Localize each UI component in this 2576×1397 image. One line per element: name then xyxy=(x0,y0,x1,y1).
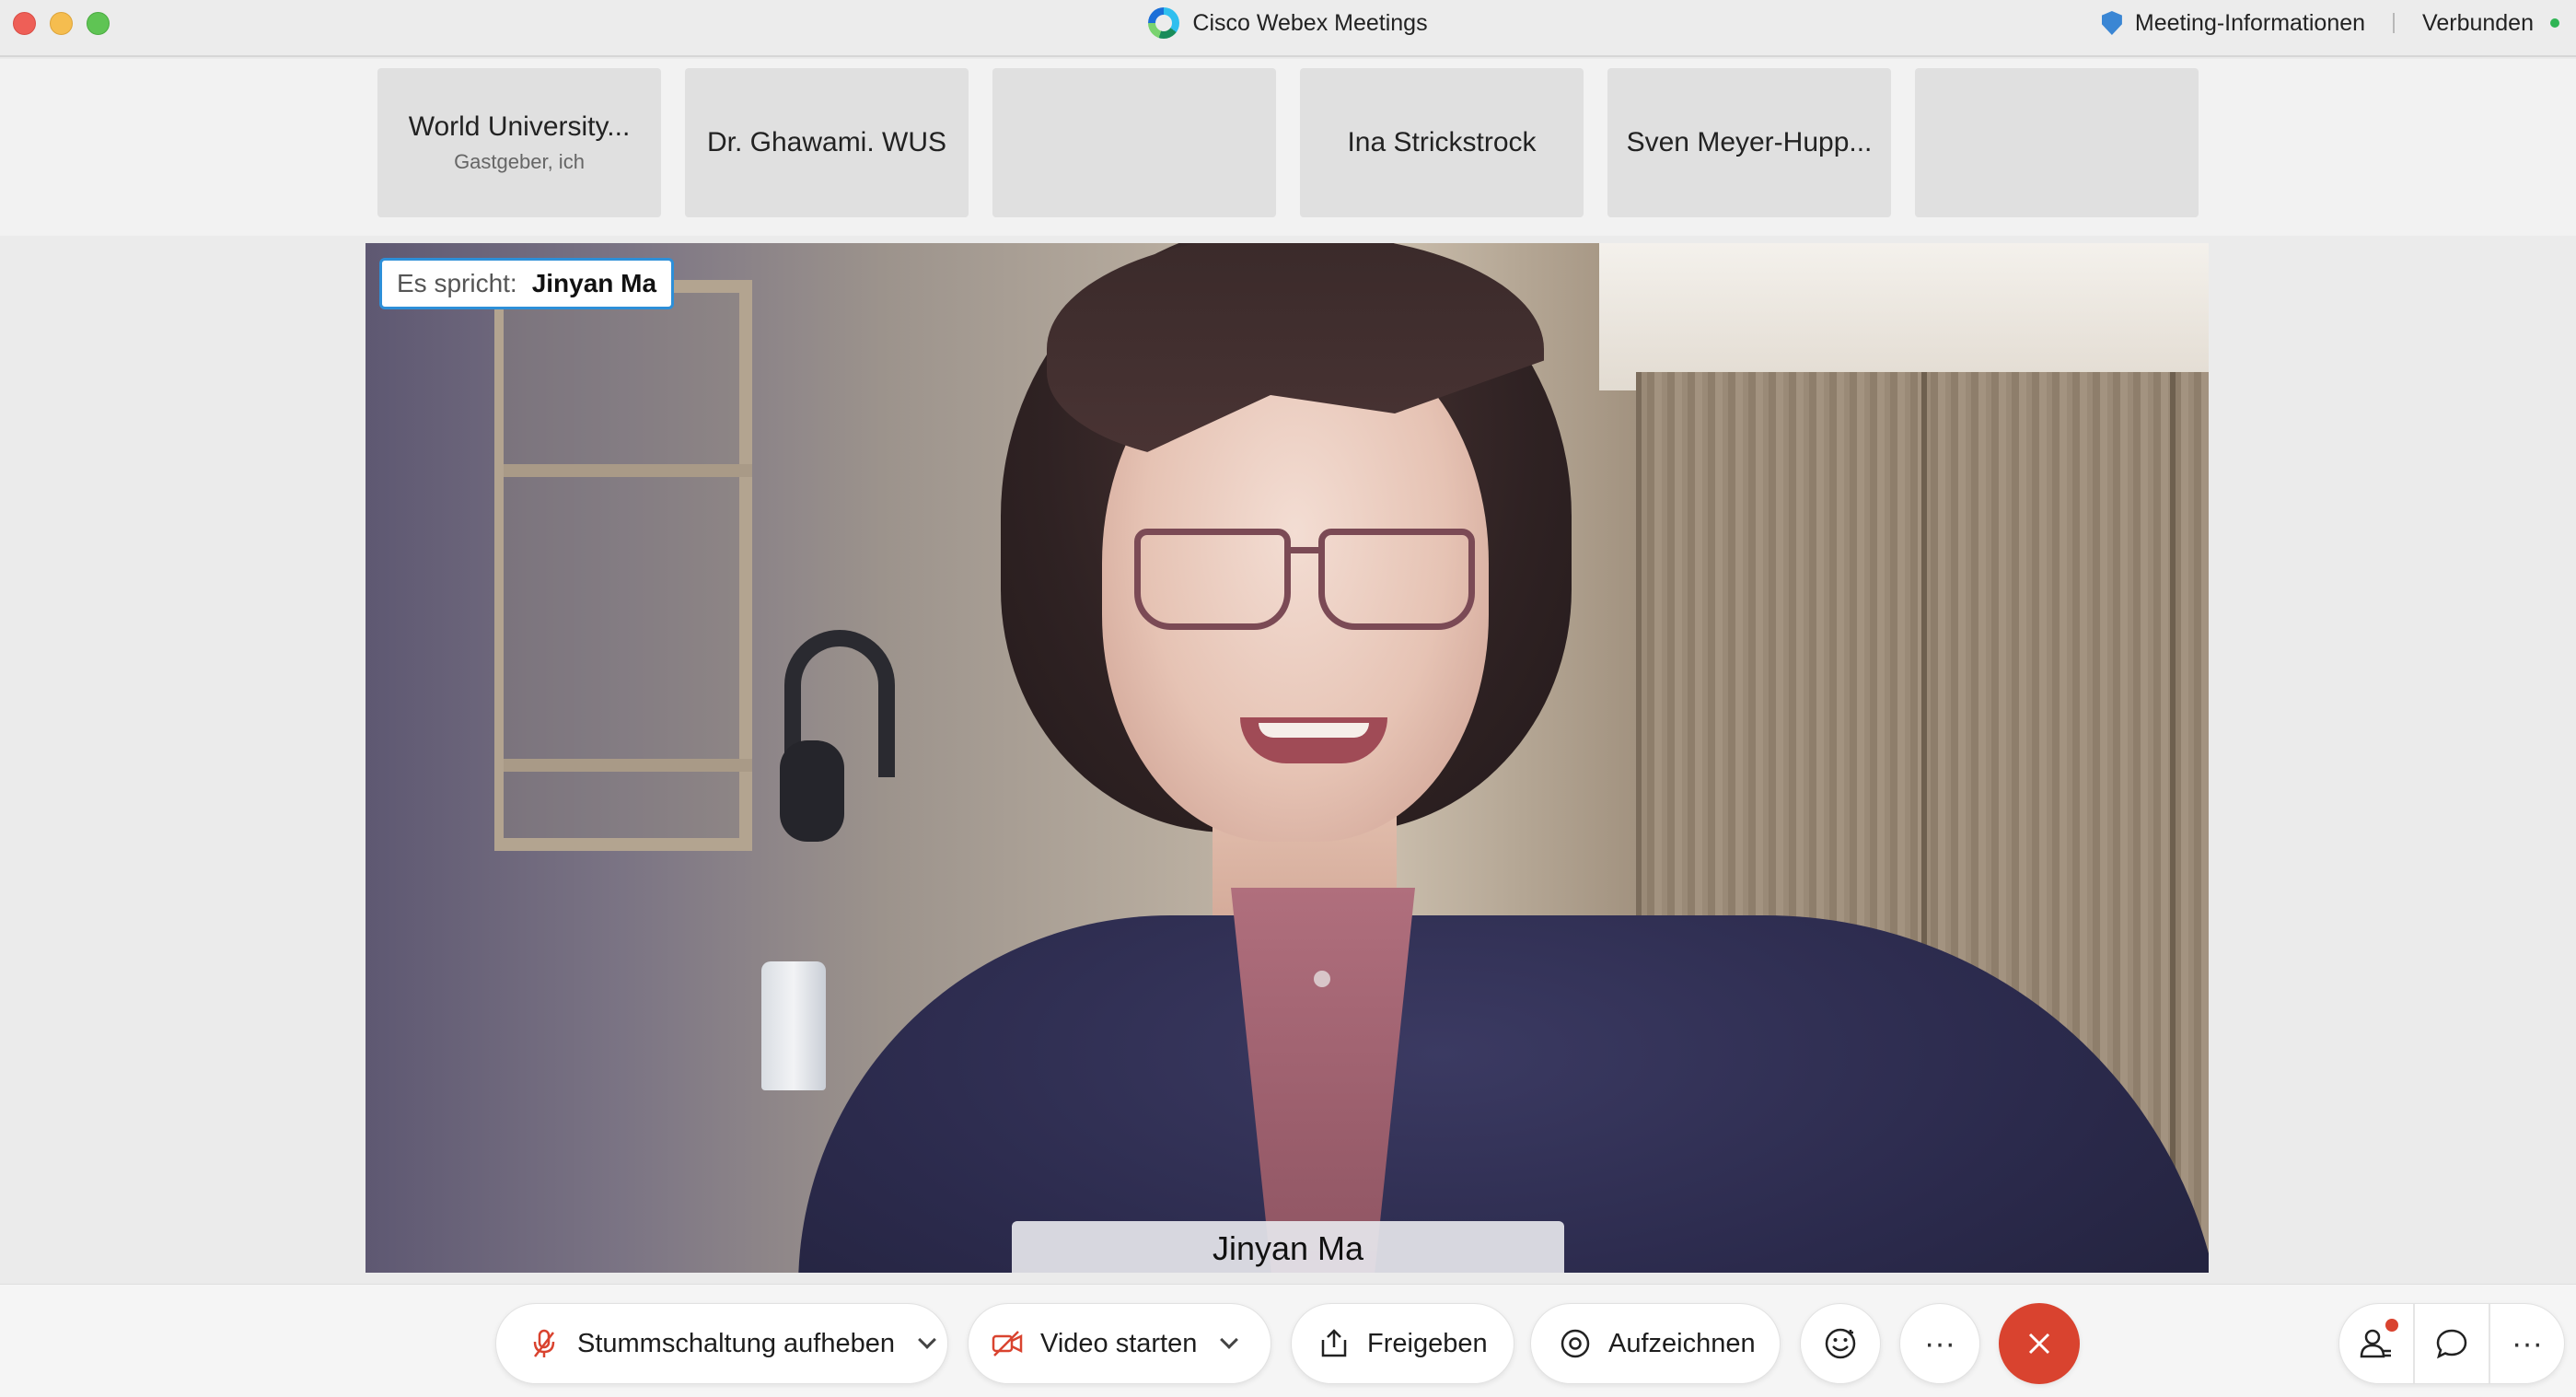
chat-panel-button[interactable] xyxy=(2413,1304,2489,1383)
chevron-down-icon[interactable] xyxy=(1220,1331,1239,1349)
speaking-name: Jinyan Ma xyxy=(531,269,657,297)
unmute-label: Stummschaltung aufheben xyxy=(577,1328,895,1358)
participant-name: Ina Strickstrock xyxy=(1347,127,1537,157)
connection-status: Verbunden xyxy=(2422,9,2534,36)
notification-dot xyxy=(2385,1319,2398,1332)
speaking-label: Es spricht: xyxy=(397,269,517,297)
record-icon xyxy=(1559,1327,1592,1360)
share-icon xyxy=(1317,1327,1351,1360)
video-shelf-board xyxy=(504,464,752,477)
participant-name: World University... xyxy=(408,111,631,142)
participant-name: Sven Meyer-Hupp... xyxy=(1626,127,1873,157)
title-right-area: Meeting-Informationen Verbunden xyxy=(2101,0,2559,46)
more-dots-icon: ··· xyxy=(1924,1325,1955,1361)
video-person-mouth xyxy=(1240,717,1387,763)
meeting-controls-toolbar: Stummschaltung aufheben Video starten Fr… xyxy=(0,1284,2576,1397)
participant-name: Dr. Ghawami. WUS xyxy=(706,127,947,157)
unmute-button[interactable]: Stummschaltung aufheben xyxy=(495,1303,948,1384)
more-panels-button[interactable]: ··· xyxy=(2489,1304,2564,1383)
participant-tile[interactable]: Ina Strickstrock xyxy=(1300,68,1584,217)
video-glasses-right xyxy=(1318,529,1475,630)
meeting-info-link[interactable]: Meeting-Informationen xyxy=(2135,10,2365,37)
video-shirt-button xyxy=(1314,971,1330,987)
close-icon xyxy=(2028,1333,2050,1355)
shield-icon[interactable] xyxy=(2101,11,2122,35)
participants-panel-button[interactable] xyxy=(2339,1304,2413,1383)
window-title: Cisco Webex Meetings xyxy=(1192,9,1428,36)
share-button[interactable]: Freigeben xyxy=(1291,1303,1514,1384)
chevron-down-icon[interactable] xyxy=(918,1331,936,1349)
active-speaker-video[interactable]: Es spricht: Jinyan Ma Jinyan Ma xyxy=(366,243,2209,1273)
microphone-muted-icon xyxy=(528,1327,561,1360)
more-dots-icon: ··· xyxy=(2512,1325,2543,1361)
record-button[interactable]: Aufzeichnen xyxy=(1530,1303,1781,1384)
webex-window: Cisco Webex Meetings Meeting-Information… xyxy=(0,0,2576,1397)
video-glasses-bridge xyxy=(1286,547,1323,553)
connection-status-icon xyxy=(2550,18,2559,28)
participant-tile[interactable]: Sven Meyer-Hupp... xyxy=(1607,68,1891,217)
leave-meeting-button[interactable] xyxy=(1999,1303,2080,1384)
webex-logo-icon xyxy=(1148,7,1180,39)
participant-role: Gastgeber, ich xyxy=(454,150,585,173)
video-name-plate: Jinyan Ma xyxy=(1012,1221,1564,1273)
record-label: Aufzeichnen xyxy=(1608,1328,1756,1358)
reactions-button[interactable] xyxy=(1800,1303,1881,1384)
more-options-button[interactable]: ··· xyxy=(1899,1303,1980,1384)
video-cabinet-seam xyxy=(2170,372,2176,1273)
video-headphones-cup xyxy=(780,740,844,842)
start-video-label: Video starten xyxy=(1040,1328,1198,1358)
participant-tile[interactable] xyxy=(992,68,1276,217)
main-stage: Es spricht: Jinyan Ma Jinyan Ma xyxy=(0,236,2576,1284)
participant-strip: World University... Gastgeber, ich Dr. G… xyxy=(0,59,2576,236)
participants-icon xyxy=(2360,1329,2391,1358)
smiley-icon xyxy=(1825,1328,1856,1359)
start-video-button[interactable]: Video starten xyxy=(968,1303,1271,1384)
panel-controls-group: ··· xyxy=(2338,1303,2565,1384)
video-shelf-board xyxy=(504,759,752,772)
video-glasses-left xyxy=(1134,529,1291,630)
video-bottle xyxy=(761,961,826,1090)
active-speaker-badge: Es spricht: Jinyan Ma xyxy=(379,258,675,309)
title-bar: Cisco Webex Meetings Meeting-Information… xyxy=(0,0,2576,57)
title-divider xyxy=(2393,13,2396,33)
participant-tile[interactable]: Dr. Ghawami. WUS xyxy=(685,68,969,217)
participant-tile[interactable] xyxy=(1915,68,2199,217)
chat-bubble-icon xyxy=(2436,1329,2467,1359)
video-off-icon xyxy=(991,1327,1024,1360)
video-background-wall xyxy=(1599,243,2209,390)
participant-tile[interactable]: World University... Gastgeber, ich xyxy=(377,68,661,217)
share-label: Freigeben xyxy=(1367,1328,1488,1358)
